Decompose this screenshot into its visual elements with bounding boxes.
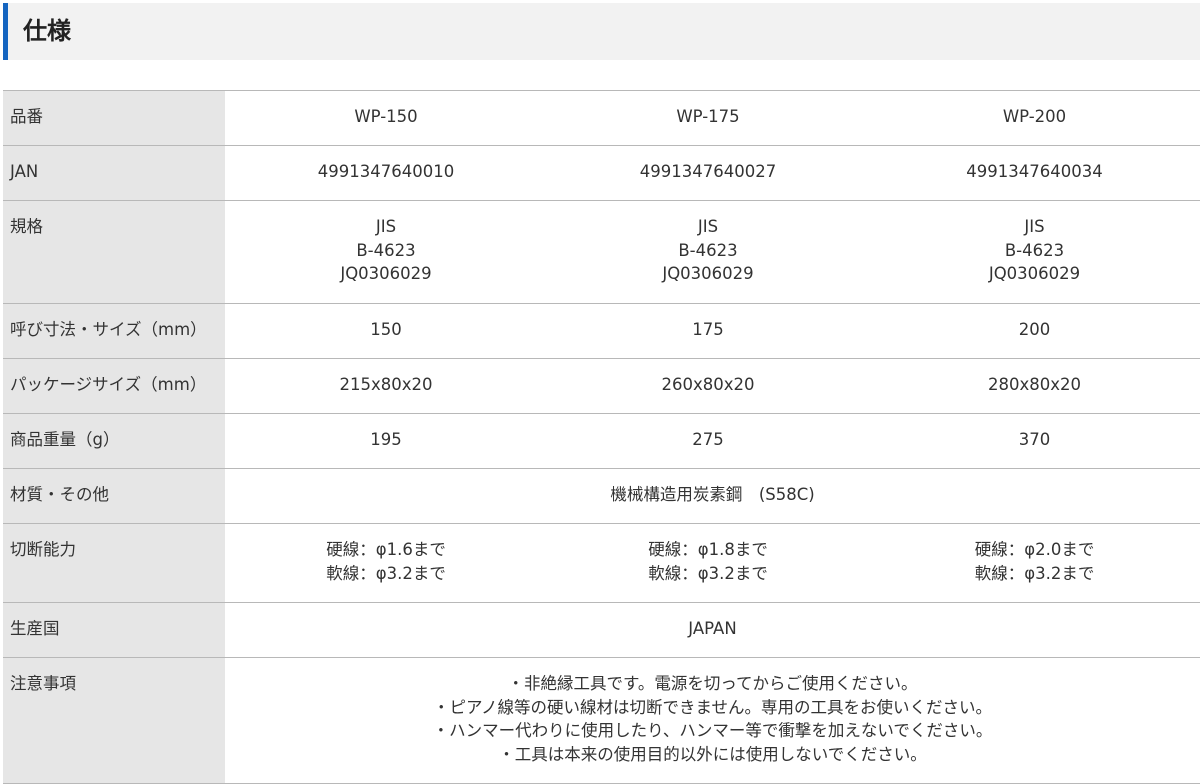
spec-row: 商品重量（g） 195 275 370 — [3, 413, 1200, 469]
spec-value: 150 — [225, 303, 547, 359]
spec-value-merged: ・非絶縁工具です。電源を切ってからご使用ください。・ピアノ線等の硬い線材は切断で… — [225, 657, 1200, 784]
spec-label: 材質・その他 — [3, 468, 225, 524]
spec-value-line: JIS — [697, 217, 719, 236]
spec-value-line: JQ0306029 — [988, 264, 1081, 283]
spec-value-line: WP-150 — [354, 107, 418, 126]
spec-value-line: 硬線：φ1.8まで — [648, 540, 768, 559]
spec-row: 注意事項 ・非絶縁工具です。電源を切ってからご使用ください。 ・ピアノ線等の硬い線材… — [3, 657, 1200, 784]
spec-value-line: ・ピアノ線等の硬い線材は切断できません。専用の工具をお使いください。 — [432, 697, 993, 717]
spec-value-line: 215x80x20 — [339, 375, 433, 394]
spec-value-line: 4991347640034 — [966, 162, 1103, 181]
spec-value-line: 200 — [1018, 320, 1051, 339]
spec-value-merged: 機械構造用炭素鋼 (S58C) — [225, 468, 1200, 524]
spec-value: 260x80x20 — [547, 358, 869, 414]
spec-value: 硬線：φ1.8まで 軟線：φ3.2まで — [547, 523, 869, 603]
spec-value-line: 150 — [370, 320, 402, 339]
spec-row: 材質・その他 機械構造用炭素鋼 (S58C) — [3, 468, 1200, 524]
spec-value-line: WP-175 — [676, 107, 740, 126]
spec-value: 4991347640010 — [225, 145, 547, 201]
spec-value-line: 硬線：φ2.0まで — [974, 540, 1095, 559]
spec-value: 275 — [547, 413, 869, 469]
spec-value: 4991347640034 — [869, 145, 1200, 201]
spec-value: JIS B-4623 JQ0306029 — [869, 200, 1200, 304]
spec-row: 規格 JIS B-4623 JQ0306029 JIS B-4623 JQ0306029 JI… — [3, 200, 1200, 304]
spec-row: 呼び寸法・サイズ（mm） 150 175 200 — [3, 303, 1200, 359]
spec-value-line: ・工具は本来の使用目的以外には使用しないでください。 — [498, 744, 927, 764]
spec-row: 品番 WP-150 WP-175 WP-200 — [3, 90, 1200, 146]
spec-value: 硬線：φ2.0まで 軟線：φ3.2まで — [869, 523, 1200, 603]
spec-value: WP-200 — [869, 90, 1200, 146]
spec-value-line: 機械構造用炭素鋼 (S58C) — [610, 485, 815, 504]
spec-value-line: B-4623 — [1004, 240, 1065, 260]
spec-value-line: 275 — [692, 430, 724, 449]
spec-value-line: 軟線：φ3.2まで — [974, 563, 1095, 583]
spec-value-line: 195 — [370, 430, 402, 449]
spec-value: 280x80x20 — [869, 358, 1200, 414]
spec-label: 呼び寸法・サイズ（mm） — [3, 303, 225, 359]
spec-value-line: JQ0306029 — [662, 264, 754, 283]
spec-label: 商品重量（g） — [3, 413, 225, 469]
spec-label: JAN — [3, 145, 225, 201]
spec-label: 生産国 — [3, 602, 225, 658]
spec-value: 硬線：φ1.6まで 軟線：φ3.2まで — [225, 523, 547, 603]
spec-label: パッケージサイズ（mm） — [3, 358, 225, 414]
spec-value-line: JIS — [1024, 217, 1045, 236]
spec-value-line: B-4623 — [678, 240, 738, 260]
spec-value-line: ・非絶縁工具です。電源を切ってからご使用ください。 — [507, 674, 918, 693]
spec-value: 175 — [547, 303, 869, 359]
spec-label: 注意事項 — [3, 657, 225, 784]
spec-value-merged: JAPAN — [225, 602, 1200, 658]
spec-value: JIS B-4623 JQ0306029 — [225, 200, 547, 304]
spec-value-line: JAPAN — [688, 619, 737, 638]
spec-value: 4991347640027 — [547, 145, 869, 201]
section-header: 仕様 — [3, 3, 1200, 60]
spec-value-line: 175 — [692, 320, 724, 339]
spec-value-line: 硬線：φ1.6まで — [326, 540, 446, 559]
section-title: 仕様 — [23, 17, 71, 45]
spec-row: 切断能力 硬線：φ1.6まで 軟線：φ3.2まで 硬線：φ1.8まで 軟線：φ3.2まで… — [3, 523, 1200, 603]
spec-row: パッケージサイズ（mm） 215x80x20 260x80x20 280x80x20 — [3, 358, 1200, 414]
spec-value-line: ・ハンマー代わりに使用したり、ハンマー等で衝撃を加えないでください。 — [432, 721, 993, 740]
spec-value: JIS B-4623 JQ0306029 — [547, 200, 869, 304]
spec-row: 生産国 JAPAN — [3, 602, 1200, 658]
spec-value-line: 260x80x20 — [661, 375, 755, 394]
spec-label: 切断能力 — [3, 523, 225, 603]
spec-value: 195 — [225, 413, 547, 469]
spec-value-line: JQ0306029 — [340, 264, 432, 283]
spec-value-line: 370 — [1018, 430, 1051, 449]
spec-row: JAN 4991347640010 4991347640027 49913476400… — [3, 145, 1200, 201]
spec-value: WP-150 — [225, 90, 547, 146]
spec-value-line: WP-200 — [1002, 107, 1067, 126]
spec-value: WP-175 — [547, 90, 869, 146]
spec-value-line: B-4623 — [356, 240, 416, 260]
spec-label: 品番 — [3, 90, 225, 146]
spec-value: 215x80x20 — [225, 358, 547, 414]
spec-value-line: 軟線：φ3.2まで — [326, 563, 446, 583]
spec-value-line: JIS — [375, 217, 397, 236]
spec-value-line: 4991347640027 — [639, 162, 777, 181]
spec-value: 370 — [869, 413, 1200, 469]
spec-label: 規格 — [3, 200, 225, 304]
spec-value-line: 軟線：φ3.2まで — [648, 563, 768, 583]
spec-table: 品番 WP-150 WP-175 WP-200 JAN 4991347640010 4991… — [3, 90, 1200, 784]
header-accent-bar — [3, 3, 8, 60]
spec-value: 200 — [869, 303, 1200, 359]
spec-value-line: 280x80x20 — [987, 375, 1081, 394]
spec-value-line: 4991347640010 — [317, 162, 455, 181]
